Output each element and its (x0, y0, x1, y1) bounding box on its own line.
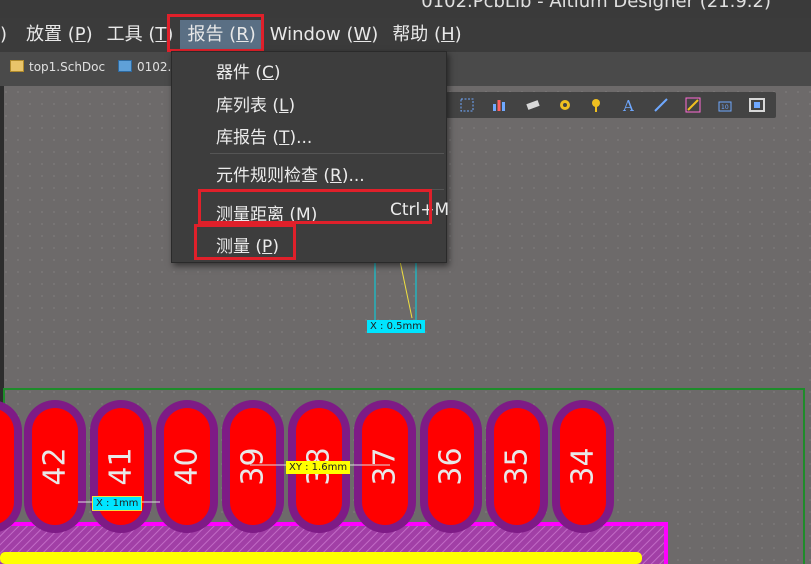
tab-top1-schdoc[interactable]: top1.SchDoc (10, 60, 105, 74)
measure-highlight-box (194, 224, 296, 260)
tab-0102-pcblib[interactable]: 0102. (118, 60, 171, 74)
tab-label: 0102. (137, 60, 172, 74)
pad-copper: 40 (164, 408, 210, 525)
window-title: 0102.PcbLib - Altium Designer (21.9.2) (421, 0, 771, 12)
measure-label-x-1mm: X : 1mm (92, 496, 143, 511)
pad[interactable]: 41 (90, 400, 152, 533)
menu-item-library-list[interactable]: 库列表 (L) (216, 91, 295, 116)
measure-distance-highlight-box (198, 189, 432, 224)
pad-number: 42 (37, 447, 73, 486)
menu-item-components[interactable]: 器件 (C) (216, 58, 281, 83)
placement-toolbar: A 10 (446, 92, 776, 118)
pad-copper: 36 (428, 408, 474, 525)
pad-number: 40 (169, 447, 205, 486)
menu-item-library-report[interactable]: 库报告 (T)... (216, 123, 312, 148)
pad[interactable]: 36 (420, 400, 482, 533)
pad[interactable]: 34 (552, 400, 614, 533)
svg-text:10: 10 (721, 104, 729, 111)
svg-text:A: A (622, 97, 634, 114)
via-icon[interactable] (588, 96, 606, 114)
silkscreen-bar (0, 552, 642, 564)
pad-copper: 42 (32, 408, 78, 525)
pad-number: 41 (103, 447, 139, 486)
text-string-icon[interactable]: A (620, 96, 638, 114)
schematic-doc-icon (10, 60, 24, 72)
dimension-icon[interactable] (684, 96, 702, 114)
pad-number: 36 (433, 447, 469, 486)
pad-copper: 34 (560, 408, 606, 525)
bar-chart-icon[interactable] (490, 96, 508, 114)
region-icon[interactable] (748, 96, 766, 114)
menu-separator (210, 153, 444, 154)
pad-icon[interactable] (556, 96, 574, 114)
component-icon[interactable] (524, 96, 542, 114)
select-area-icon[interactable] (458, 96, 476, 114)
measure-label-x-05: X : 0.5mm (367, 320, 425, 333)
reports-menu-highlight-box (167, 14, 264, 52)
pad-partial[interactable] (0, 400, 22, 533)
pad[interactable]: 42 (24, 400, 86, 533)
menu-place[interactable]: 放置 (P) (19, 20, 100, 50)
measure-label-xy-16: XY : 1.6mm (286, 461, 351, 474)
menu-item-component-rule-check[interactable]: 元件规则检查 (R)... (216, 161, 365, 186)
menu-window[interactable]: Window (W) (263, 20, 386, 50)
coordinate-icon[interactable]: 10 (716, 96, 734, 114)
pad-number: 35 (499, 447, 535, 486)
line-icon[interactable] (652, 96, 670, 114)
pad[interactable]: 40 (156, 400, 218, 533)
menu-cutoff[interactable]: ) (0, 20, 19, 50)
tab-label: top1.SchDoc (29, 60, 106, 74)
measure-line-diagonal (399, 260, 413, 319)
menu-help[interactable]: 帮助 (H) (385, 20, 468, 50)
title-bar: 0102.PcbLib - Altium Designer (21.9.2) (0, 0, 811, 18)
pad[interactable]: 35 (486, 400, 548, 533)
overlay-edge-right (664, 522, 668, 564)
pad-copper: 35 (494, 408, 540, 525)
pcblib-doc-icon (118, 60, 132, 72)
menu-bar: ) 放置 (P) 工具 (T) 报告 (R) Window (W) 帮助 (H) (0, 18, 811, 52)
pad-number: 34 (565, 447, 601, 486)
